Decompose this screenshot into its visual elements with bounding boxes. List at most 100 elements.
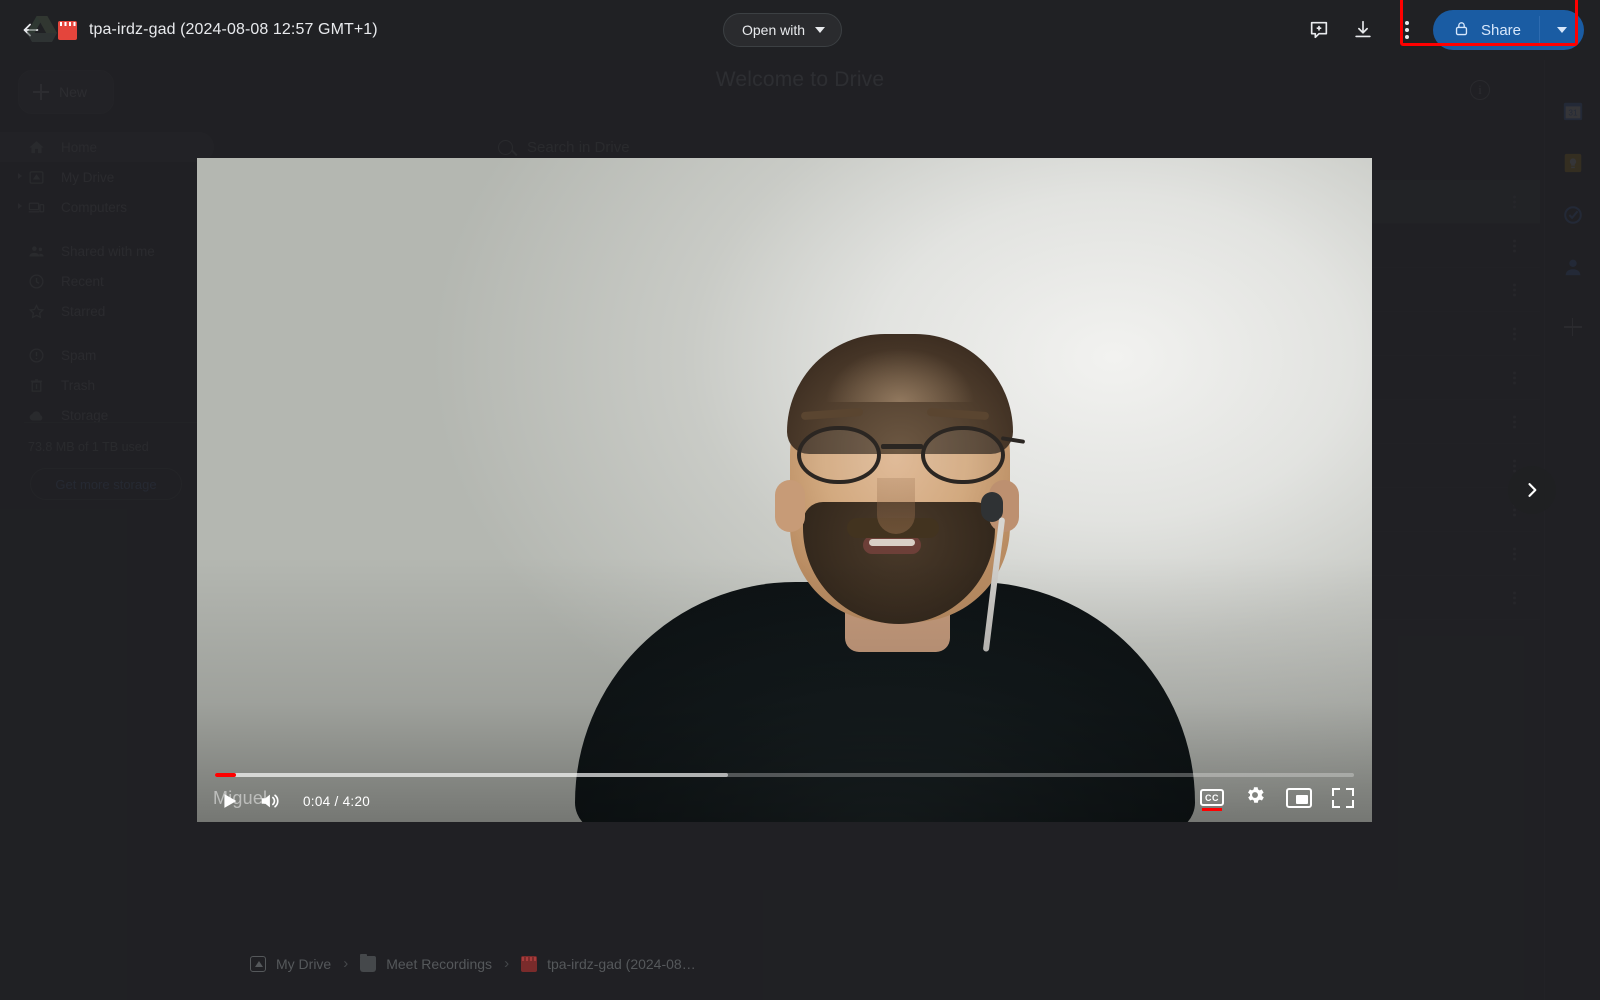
preview-toolbar: tpa-irdz-gad (2024-08-08 12:57 GMT+1) Op… [0,0,1600,60]
search-placeholder: Search in Drive [527,138,630,156]
breadcrumb-item-meet-recordings[interactable]: Meet Recordings [360,953,493,972]
google-tasks-icon[interactable] [1562,204,1584,226]
breadcrumb-separator: › [504,955,510,972]
share-main[interactable]: Share [1433,10,1539,50]
new-button-label: New [59,84,88,100]
time-display: 0:04 / 4:20 [303,793,371,809]
share-button-group: Share [1399,0,1584,50]
sidebar-item-spam[interactable]: Spam [0,340,214,370]
more-vertical-icon[interactable] [1513,413,1516,430]
google-keep-icon[interactable] [1562,152,1584,174]
divider [0,222,222,236]
file-title: tpa-irdz-gad (2024-08-08 12:57 GMT+1) [89,21,378,38]
add-shortcut-icon[interactable] [1563,318,1582,336]
breadcrumb-label: tpa-irdz-gad (2024-08… [547,955,696,972]
breadcrumb-item-my-drive[interactable]: My Drive [250,955,331,972]
fullscreen-icon[interactable] [1332,787,1354,808]
progress-played [215,773,236,777]
app-root: Welcome to Drive i Search in Drive New H… [0,0,1600,1000]
more-vertical-icon[interactable] [1513,281,1516,298]
google-contacts-icon[interactable] [1562,256,1584,278]
side-rail: 31 [1544,60,1600,1000]
chevron-down-icon [815,27,826,33]
drive-logo-icon [26,14,58,44]
sidebar-row: Computers [0,192,222,222]
more-vertical-icon[interactable] [1385,8,1429,52]
my-drive-icon [250,955,266,972]
play-button[interactable] [211,786,247,816]
open-with-label: Open with [742,22,806,38]
video-file-icon [58,20,77,40]
player-controls-left: 0:04 / 4:20 [211,786,370,816]
video-file-icon [521,955,538,972]
player-controls-right: CC [1200,784,1354,811]
volume-button[interactable] [251,786,287,816]
chevron-right-icon [1522,480,1542,500]
picture-in-picture-icon[interactable] [1286,787,1312,808]
more-vertical-icon[interactable] [1513,369,1516,386]
computers-icon [28,199,45,216]
sidebar-item-label: Spam [61,347,97,363]
more-vertical-icon[interactable] [1513,193,1516,210]
breadcrumb-separator: › [343,955,349,972]
toolbar-actions: Share [1297,0,1600,60]
breadcrumb-label: Meet Recordings [386,955,493,972]
divider [24,422,204,423]
captions-icon[interactable]: CC [1200,789,1224,811]
video-frame [197,158,1372,822]
info-icon[interactable]: i [1470,80,1490,100]
breadcrumb-item-current-file[interactable]: tpa-irdz-gad (2024-08… [521,955,696,972]
progress-bar[interactable] [215,773,1354,777]
sidebar-item-label: My Drive [61,169,115,185]
add-comment-icon[interactable] [1297,8,1341,52]
lock-icon [1453,20,1470,41]
sidebar-item-recent[interactable]: Recent [0,266,214,296]
sidebar-nav: Home My Drive Computers Shared with me R… [0,132,222,430]
trash-icon [28,377,45,394]
sidebar-row: My Drive [0,162,222,192]
sidebar-item-home[interactable]: Home [0,132,214,162]
progress-buffered [215,773,728,777]
expand-caret-icon[interactable] [18,203,22,209]
folder-icon [360,953,377,972]
sidebar-item-shared-with-me[interactable]: Shared with me [0,236,214,266]
sidebar-item-label: Computers [61,199,128,215]
sidebar-item-storage[interactable]: Storage [0,400,214,430]
google-calendar-icon[interactable]: 31 [1562,100,1584,122]
sidebar-item-trash[interactable]: Trash [0,370,214,400]
new-button[interactable]: New [18,70,114,114]
sidebar-item-label: Trash [61,377,96,393]
sidebar-item-label: Home [61,139,98,155]
cloud-icon [28,407,45,424]
breadcrumb: My Drive › Meet Recordings › tpa-irdz-ga… [250,953,696,972]
storage-usage-text: 73.8 MB of 1 TB used [28,440,149,454]
next-file-button[interactable] [1508,466,1556,514]
home-icon [28,139,45,156]
sidebar-item-label: Shared with me [61,243,155,259]
get-more-storage-button[interactable]: Get more storage [30,468,182,500]
video-player[interactable]: Miguel 0:04 / 4:20 CC [197,158,1372,822]
sidebar-item-computers[interactable]: Computers [0,192,214,222]
share-button[interactable]: Share [1432,10,1584,50]
more-vertical-icon[interactable] [1513,545,1516,562]
captions-active-underline [1202,808,1222,811]
sidebar-item-label: Recent [61,273,104,289]
more-vertical-icon[interactable] [1513,589,1516,606]
open-with-button[interactable]: Open with [723,13,843,47]
sidebar-item-my-drive[interactable]: My Drive [0,162,214,192]
sidebar: New Home My Drive Computers Shared with … [0,60,230,1000]
download-icon[interactable] [1341,8,1385,52]
sidebar-item-starred[interactable]: Starred [0,296,214,326]
share-dropdown-button[interactable] [1540,27,1584,33]
gear-icon[interactable] [1244,784,1266,811]
more-vertical-icon[interactable] [1513,237,1516,254]
clock-icon [28,273,45,290]
more-vertical-icon[interactable] [1513,325,1516,342]
spam-icon [28,347,45,364]
sidebar-item-label: Storage [61,407,109,423]
sidebar-item-label: Starred [61,303,106,319]
page-title: Welcome to Drive [715,68,885,91]
divider [0,326,222,340]
people-icon [28,243,45,260]
expand-caret-icon[interactable] [18,173,22,179]
